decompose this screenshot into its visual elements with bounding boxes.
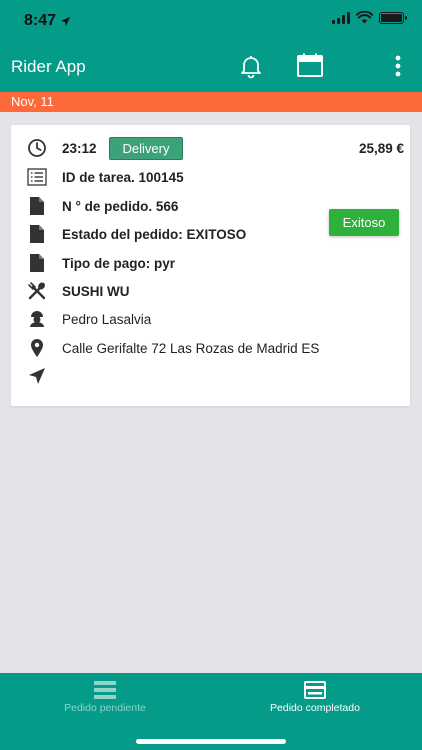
task-id: ID de tarea. 100145 <box>62 169 184 185</box>
tab-completed-label: Pedido completado <box>270 702 360 714</box>
list-icon <box>27 168 47 186</box>
document-icon <box>30 254 44 272</box>
tab-pending-label: Pedido pendiente <box>64 702 146 714</box>
pending-list-icon <box>94 681 116 699</box>
status-time: 8:47 <box>24 12 71 30</box>
document-icon <box>30 197 44 215</box>
order-time-row: 23:12 <box>27 138 97 158</box>
order-status-row: Estado del pedido: EXITOSO <box>27 224 246 244</box>
location-pin-icon <box>31 339 43 357</box>
user-icon <box>30 311 44 327</box>
wifi-icon <box>356 11 373 24</box>
document-icon <box>30 225 44 243</box>
order-status: Estado del pedido: EXITOSO <box>62 226 247 242</box>
home-indicator[interactable] <box>136 739 286 744</box>
order-number-row: N ° de pedido. 566 <box>27 196 178 216</box>
date-bar: Nov, 11 <box>0 92 422 112</box>
app-header: 8:47 Rider App <box>0 0 422 92</box>
address-row: Calle Gerifalte 72 Las Rozas de Madrid E… <box>27 338 319 358</box>
navigation-arrow-icon[interactable] <box>28 367 46 385</box>
clock-icon <box>28 139 46 157</box>
task-id-row: ID de tarea. 100145 <box>27 167 184 187</box>
delivery-badge: Delivery <box>109 137 183 160</box>
restaurant-row: SUSHI WU <box>27 281 130 301</box>
status-button[interactable]: Exitoso <box>329 209 399 236</box>
order-time: 23:12 <box>62 140 97 156</box>
fork-knife-icon <box>28 282 46 300</box>
app-title: Rider App <box>11 57 86 76</box>
battery-icon <box>379 11 407 24</box>
completed-card-icon <box>304 681 326 699</box>
customer-address: Calle Gerifalte 72 Las Rozas de Madrid E… <box>62 340 320 356</box>
tab-pending-orders[interactable]: Pedido pendiente <box>30 681 180 714</box>
location-arrow-icon <box>60 16 71 26</box>
customer-name: Pedro Lasalvia <box>62 311 152 327</box>
tab-completed-orders[interactable]: Pedido completado <box>240 681 390 714</box>
restaurant-name: SUSHI WU <box>62 283 130 299</box>
cellular-signal-icon <box>332 11 350 24</box>
payment-type: Tipo de pago: pyr <box>62 255 176 271</box>
status-indicators <box>332 11 407 24</box>
order-price: 25,89 € <box>358 141 404 156</box>
order-number: N ° de pedido. 566 <box>62 198 179 214</box>
bell-icon[interactable] <box>238 53 264 79</box>
navigate-row[interactable] <box>27 366 47 386</box>
customer-row: Pedro Lasalvia <box>27 309 151 329</box>
payment-type-row: Tipo de pago: pyr <box>27 253 175 273</box>
calendar-icon[interactable] <box>296 53 324 79</box>
more-options-icon[interactable] <box>394 55 402 77</box>
status-time-text: 8:47 <box>24 12 57 29</box>
order-card[interactable]: 23:12 Delivery 25,89 € ID de tarea. 1001… <box>11 125 410 406</box>
